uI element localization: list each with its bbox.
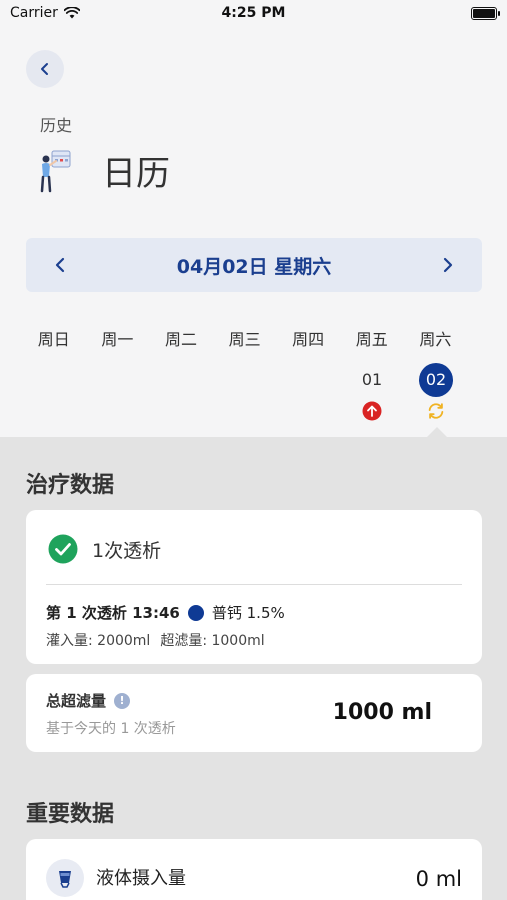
previous-date-button[interactable] [46,251,74,279]
weekday-label: 周四 [292,330,325,349]
session-info: 第 1 次透析 13:46 普钙 1.5% [46,602,285,623]
day-number: 02 [419,363,453,397]
green-check-circle-icon [48,534,78,564]
treatment-card[interactable]: 1次透析 第 1 次透析 13:46 普钙 1.5% 灌入量: 2000ml 超… [26,510,482,664]
treatment-summary-label: 1次透析 [92,539,162,562]
solution-name: 普钙 1.5% [211,604,285,622]
battery-icon [471,7,500,20]
page-title: 日历 [102,154,170,194]
fluid-intake-value: 0 ml [415,867,462,891]
fluid-icon-wrap [46,859,84,897]
fluid-intake-label: 液体摄入量 [96,868,186,889]
red-arrow-up-icon [362,401,382,421]
chevron-left-icon [41,63,48,75]
chevron-left-icon [55,257,65,273]
weekday-label: 周六 [419,330,452,349]
yellow-sync-icon [426,401,446,421]
status-bar: Carrier 4:25 PM [0,0,507,28]
selected-day-pointer [427,427,447,437]
status-time: 4:25 PM [221,5,286,21]
calendar-day-02[interactable]: 02 [416,363,456,421]
session-label: 第 1 次透析 13:46 [46,604,180,622]
chevron-right-icon [443,257,453,273]
weekday-label: 周日 [37,330,70,349]
back-button[interactable] [26,50,64,88]
solution-color-dot [187,604,204,621]
weekday-label: 周五 [355,330,388,349]
day-number: 01 [361,370,383,389]
cup-icon [59,871,71,888]
next-date-button[interactable] [434,251,462,279]
divider [46,584,462,585]
date-navigator: 04月02日 星期六 [26,238,482,292]
calendar-person-illustration-icon [40,150,71,192]
session-volumes: 灌入量: 2000ml 超滤量: 1000ml [46,630,265,650]
calendar-day-01[interactable]: 01 [352,363,392,421]
fluid-intake-card[interactable]: 液体摄入量 0 ml [26,839,482,900]
total-uf-card[interactable]: 总超滤量 ! 基于今天的 1 次透析 1000 ml [26,674,482,752]
weekday-label: 周三 [228,330,261,349]
page-header: 日历 [36,146,170,195]
weekday-label: 周二 [164,330,197,349]
total-uf-value: 1000 ml [332,700,432,725]
treatment-section-title: 治疗数据 [26,473,115,498]
total-uf-label: 总超滤量 [46,692,107,710]
weekday-header: 周日 周一 周二 周三 周四 周五 周六 [22,326,486,350]
details-panel [0,437,507,900]
treatment-summary: 1次透析 [48,534,161,564]
weekday-label: 周一 [101,330,134,349]
page-subtitle: 历史 [40,116,73,135]
total-uf-label-row: 总超滤量 ! [46,690,131,711]
uf-volume: 超滤量: 1000ml [160,633,265,649]
total-uf-hint: 基于今天的 1 次透析 [46,721,176,737]
info-circle-icon[interactable]: ! [114,692,131,709]
fill-volume: 灌入量: 2000ml [46,633,151,649]
important-section-title: 重要数据 [26,802,115,827]
current-date: 04月02日 星期六 [176,255,332,278]
